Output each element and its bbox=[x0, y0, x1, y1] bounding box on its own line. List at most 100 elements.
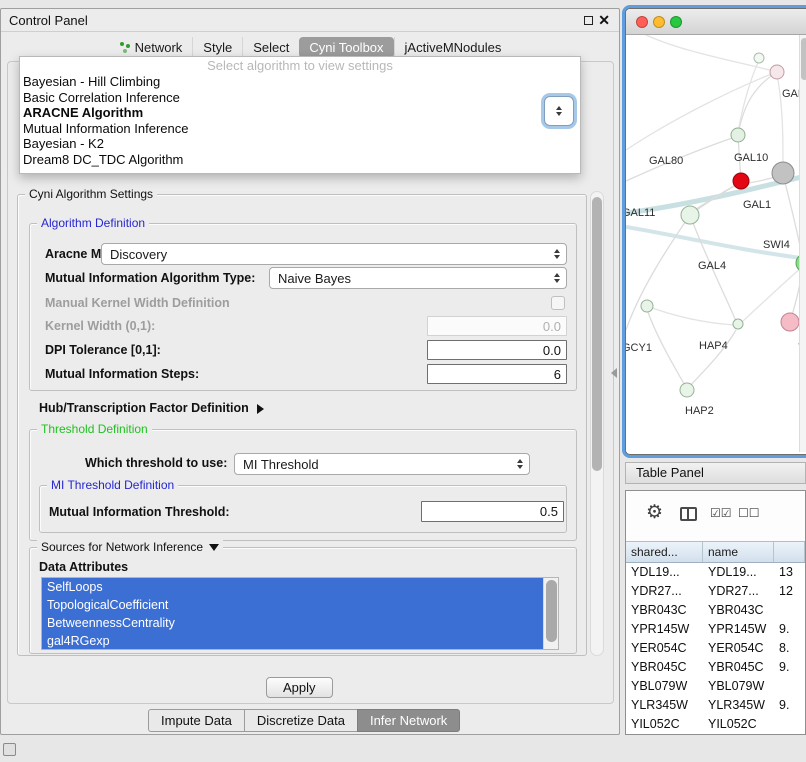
network-scrollbar[interactable] bbox=[799, 35, 806, 452]
float-window-icon[interactable] bbox=[584, 16, 593, 25]
table-cell: YBR045C bbox=[703, 658, 774, 677]
table-row[interactable]: YBL079WYBL079W bbox=[626, 677, 805, 696]
table-cell: YPR145W bbox=[626, 620, 703, 639]
table-cell: YBL079W bbox=[703, 677, 774, 696]
sources-group-label: Sources for Network Inference bbox=[41, 540, 203, 554]
mi-threshold-label: Mutual Information Threshold: bbox=[49, 505, 230, 519]
table-cell: 13 bbox=[774, 563, 805, 582]
scrollbar-thumb[interactable] bbox=[592, 197, 602, 471]
algorithm-placeholder-option[interactable]: Select algorithm to view settings bbox=[20, 58, 580, 74]
network-node[interactable] bbox=[680, 383, 694, 397]
table-row[interactable]: YBR045CYBR045C9. bbox=[626, 658, 805, 677]
algorithm-option-aracne-algorithm[interactable]: ARACNE Algorithm bbox=[20, 105, 580, 121]
table-cell: YDR27... bbox=[703, 582, 774, 601]
attributes-scrollbar[interactable] bbox=[543, 578, 558, 649]
bottom-tab-infer-network[interactable]: Infer Network bbox=[357, 709, 460, 732]
threshold-definition-label: Threshold Definition bbox=[37, 422, 152, 436]
columns-icon[interactable] bbox=[680, 507, 697, 521]
algorithm-option-dream8-dc-tdc-algorithm[interactable]: Dream8 DC_TDC Algorithm bbox=[20, 152, 580, 168]
attribute-item-betweennesscentrality[interactable]: BetweennessCentrality bbox=[42, 614, 558, 632]
table-row[interactable]: YBR043CYBR043C bbox=[626, 601, 805, 620]
table-row[interactable]: YDR27...YDR27...12 bbox=[626, 582, 805, 601]
network-node[interactable] bbox=[781, 313, 799, 331]
algorithm-option-bayesian-hill-climbing[interactable]: Bayesian - Hill Climbing bbox=[20, 74, 580, 90]
table-row[interactable]: YIL052CYIL052C bbox=[626, 715, 805, 734]
network-node[interactable] bbox=[770, 65, 784, 79]
table-row[interactable]: YDL19...YDL19...13 bbox=[626, 563, 805, 582]
panel-splitter-handle[interactable] bbox=[611, 368, 617, 378]
bottom-tabs: Impute DataDiscretize DataInfer Network bbox=[148, 709, 460, 732]
network-node[interactable] bbox=[641, 300, 653, 312]
network-node[interactable] bbox=[772, 162, 794, 184]
table-body: YDL19...YDL19...13YDR27...YDR27...12YBR0… bbox=[626, 563, 805, 734]
table-panel-titlebar[interactable]: Table Panel bbox=[625, 462, 806, 484]
deselect-all-icon[interactable]: ☐☐ bbox=[738, 506, 760, 520]
attribute-item-selfloops[interactable]: SelfLoops bbox=[42, 578, 558, 596]
algorithm-option-basic-correlation-inference[interactable]: Basic Correlation Inference bbox=[20, 90, 580, 106]
attribute-items: SelfLoopsTopologicalCoefficientBetweenne… bbox=[42, 578, 558, 650]
table-cell: YBL079W bbox=[626, 677, 703, 696]
table-row[interactable]: YPR145WYPR145W9. bbox=[626, 620, 805, 639]
table-cell: 8. bbox=[774, 639, 805, 658]
table-cell bbox=[774, 677, 805, 696]
network-node[interactable] bbox=[733, 319, 743, 329]
gear-icon[interactable]: ⚙ bbox=[646, 501, 663, 524]
table-panel-window: ⚙ ☑☑ ☐☐ shared...name YDL19...YDL19...13… bbox=[625, 490, 806, 735]
network-edge bbox=[692, 182, 741, 212]
attribute-item-topologicalcoefficient[interactable]: TopologicalCoefficient bbox=[42, 596, 558, 614]
network-window-titlebar[interactable] bbox=[626, 9, 806, 35]
settings-scrollbar[interactable] bbox=[590, 191, 604, 656]
kernel-width-input[interactable] bbox=[427, 316, 567, 336]
algorithm-option-mutual-information-inference[interactable]: Mutual Information Inference bbox=[20, 121, 580, 137]
network-node[interactable] bbox=[681, 206, 699, 224]
hub-section-toggle[interactable]: Hub/Transcription Factor Definition bbox=[39, 401, 264, 415]
which-threshold-select[interactable]: MI Threshold bbox=[234, 453, 530, 475]
tab-jactivemnodules[interactable]: jActiveMNodules bbox=[394, 37, 512, 58]
scrollbar-thumb[interactable] bbox=[801, 38, 806, 80]
algorithm-option-bayesian-k2[interactable]: Bayesian - K2 bbox=[20, 136, 580, 152]
tab-cyni-toolbox[interactable]: Cyni Toolbox bbox=[299, 37, 393, 58]
network-node[interactable] bbox=[733, 173, 749, 189]
table-cell bbox=[774, 601, 805, 620]
collapse-arrow-icon bbox=[209, 544, 219, 551]
mi-threshold-input[interactable] bbox=[421, 501, 564, 522]
column-header-extra[interactable] bbox=[774, 542, 805, 562]
network-node[interactable] bbox=[731, 128, 745, 142]
tab-select[interactable]: Select bbox=[242, 37, 299, 58]
panel-dock-icon[interactable] bbox=[3, 743, 16, 756]
mi-type-select[interactable]: Naive Bayes bbox=[269, 267, 567, 289]
tab-style[interactable]: Style bbox=[192, 37, 242, 58]
scrollbar-thumb[interactable] bbox=[546, 580, 557, 642]
mi-steps-input[interactable] bbox=[427, 364, 567, 384]
dpi-tolerance-label: DPI Tolerance [0,1]: bbox=[45, 343, 161, 357]
close-traffic-light[interactable] bbox=[636, 16, 648, 28]
bottom-tab-discretize-data[interactable]: Discretize Data bbox=[244, 709, 358, 732]
aracne-mode-select[interactable]: Discovery bbox=[101, 243, 567, 265]
attribute-item-gal4rgexp[interactable]: gal4RGexp bbox=[42, 632, 558, 650]
table-cell: YLR345W bbox=[626, 696, 703, 715]
control-panel-titlebar: Control Panel ✕ bbox=[1, 9, 619, 32]
table-row[interactable]: YER054CYER054C8. bbox=[626, 639, 805, 658]
network-canvas[interactable]: GALGAL80GAL10GAL11GAL1SWI4GAL4GCY1HAP4YH… bbox=[626, 35, 806, 452]
mi-type-value: Naive Bayes bbox=[270, 271, 548, 286]
table-row[interactable]: YLR345WYLR345W9. bbox=[626, 696, 805, 715]
bottom-tab-impute-data[interactable]: Impute Data bbox=[148, 709, 245, 732]
sources-group-toggle[interactable]: Sources for Network Inference bbox=[37, 540, 223, 554]
column-header-shared[interactable]: shared... bbox=[626, 542, 703, 562]
minimize-traffic-light[interactable] bbox=[653, 16, 665, 28]
select-all-icon[interactable]: ☑☑ bbox=[710, 506, 732, 520]
algorithm-combo-arrow-button[interactable] bbox=[544, 96, 574, 126]
network-node[interactable] bbox=[754, 53, 764, 63]
node-label: GAL4 bbox=[698, 260, 726, 272]
algorithm-definition-label: Algorithm Definition bbox=[37, 216, 149, 230]
mi-threshold-group-label: MI Threshold Definition bbox=[47, 478, 178, 492]
apply-button[interactable]: Apply bbox=[266, 677, 333, 698]
tab-network[interactable]: Network bbox=[109, 37, 193, 58]
close-icon[interactable]: ✕ bbox=[598, 12, 610, 29]
table-cell: 9. bbox=[774, 620, 805, 639]
column-header-name[interactable]: name bbox=[703, 542, 774, 562]
kernel-width-label: Kernel Width (0,1): bbox=[45, 319, 155, 333]
zoom-traffic-light[interactable] bbox=[670, 16, 682, 28]
dpi-tolerance-input[interactable] bbox=[427, 340, 567, 360]
manual-kernel-checkbox[interactable] bbox=[551, 296, 565, 310]
